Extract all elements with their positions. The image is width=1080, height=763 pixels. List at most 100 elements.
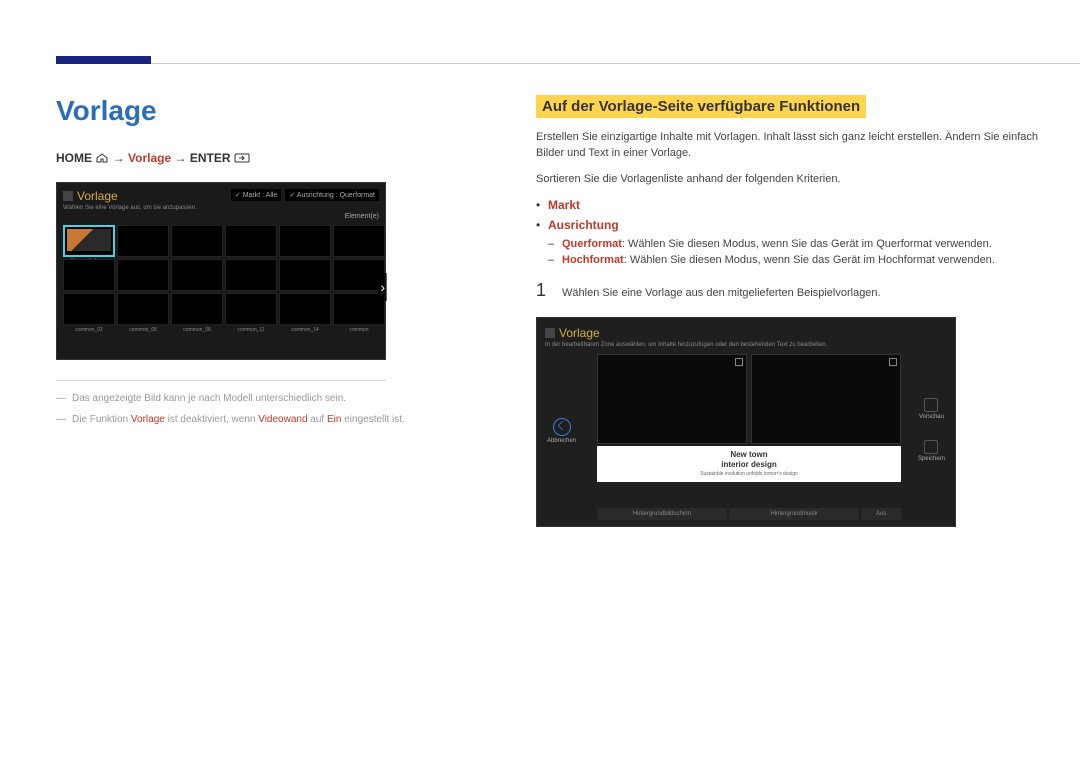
template-cell[interactable]: common_12 <box>279 225 331 257</box>
paragraph-1: Erstellen Sie einzigartige Inhalte mit V… <box>536 130 1040 162</box>
cell-label: common_08 <box>172 327 222 333</box>
sub-hochformat: Hochformat: Wählen Sie diesen Modus, wen… <box>562 254 1040 266</box>
cell-label: common_11 <box>226 327 276 333</box>
bg-image-button[interactable]: Hintergrundbildschirm <box>597 508 727 520</box>
filter-ausrichtung[interactable]: ✓ Ausrichtung : Querformat <box>285 189 379 201</box>
note2-mid2: auf <box>308 414 327 425</box>
hochformat-key: Hochformat <box>562 254 624 266</box>
template-editor-screenshot: Vorlage In der bearbeitbaren Zone auswäh… <box>536 317 956 527</box>
note2-pre: Die Funktion <box>72 414 131 425</box>
filter-ausr-value: Querformat <box>340 192 375 199</box>
left-column: Vorlage HOME → Vorlage → ENTER Vorlage W… <box>56 95 496 527</box>
cancel-label: Abbrechen <box>547 438 576 444</box>
note-2-text: Die Funktion Vorlage ist deaktiviert, we… <box>72 414 405 425</box>
template-cell[interactable]: common_06 <box>171 225 223 257</box>
bg-music-button[interactable]: Hintergrundmusik <box>729 508 859 520</box>
querformat-key: Querformat <box>562 238 622 250</box>
bg-music-state[interactable]: Aus <box>861 508 901 520</box>
breadcrumb-home: HOME <box>56 151 92 165</box>
markt-label: Markt <box>548 198 580 212</box>
breadcrumb-enter: ENTER <box>190 151 231 165</box>
template-cell[interactable]: common_01 <box>63 259 115 291</box>
note2-a: Vorlage <box>131 414 165 425</box>
template-cell[interactable]: common_10 <box>225 259 277 291</box>
paragraph-2: Sortieren Sie die Vorlagenliste anhand d… <box>536 172 1040 188</box>
breadcrumb-segment: Vorlage <box>128 151 171 165</box>
note2-c: Ein <box>327 414 341 425</box>
note2-b: Videowand <box>258 414 307 425</box>
template-cell[interactable]: common_07 <box>171 259 223 291</box>
cell-label: common_05 <box>118 327 168 333</box>
editor-panel-left[interactable] <box>597 354 747 444</box>
sub-querformat: Querformat: Wählen Sie diesen Modus, wen… <box>562 238 1040 250</box>
template-grid: Eigene Vorlagen common_03 common_06 comm… <box>63 225 385 325</box>
elements-count-label: Element(e) <box>345 213 379 220</box>
template-cell[interactable]: common_03 <box>117 225 169 257</box>
cell-label: common_02 <box>64 327 114 333</box>
ausrichtung-label: Ausrichtung <box>548 218 619 232</box>
screenshot2-title: Vorlage <box>559 326 600 340</box>
screenshot1-title: Vorlage <box>77 189 118 203</box>
filter-markt-prefix: Markt <box>243 192 261 199</box>
divider-line <box>56 380 386 381</box>
header-accent-bar <box>56 56 151 64</box>
orientation-sublist: Querformat: Wählen Sie diesen Modus, wen… <box>548 238 1040 266</box>
screenshot2-subtitle: In der bearbeitbaren Zone auswählen, um … <box>545 342 947 348</box>
cell-label: common <box>334 327 384 333</box>
note2-mid: ist deaktiviert, wenn <box>165 414 258 425</box>
caption-line3: Sustainble evolution unfolds tomorr's de… <box>597 471 901 478</box>
next-page-arrow[interactable]: › <box>378 273 387 301</box>
home-icon <box>95 152 109 166</box>
template-cell[interactable]: common_08 <box>171 293 223 325</box>
step-text: Wählen Sie eine Vorlage aus den mitgelie… <box>562 287 881 299</box>
section-heading: Auf der Vorlage-Seite verfügbare Funktio… <box>536 95 866 118</box>
criteria-ausrichtung: Ausrichtung Querformat: Wählen Sie diese… <box>548 218 1040 266</box>
note-1: ― Das angezeigte Bild kann je nach Model… <box>56 393 496 404</box>
querformat-text: : Wählen Sie diesen Modus, wenn Sie das … <box>622 238 992 250</box>
panel-corner-icon <box>735 358 743 366</box>
template-cell[interactable]: common_02 <box>63 293 115 325</box>
caption-line2: interior design <box>597 460 901 470</box>
criteria-markt: Markt <box>548 198 1040 212</box>
note-dash: ― <box>56 414 66 425</box>
header-divider <box>151 63 1080 64</box>
template-list-screenshot: Vorlage Wählen Sie eine Vorlage aus, um … <box>56 182 386 360</box>
template-cell[interactable]: common_09 <box>225 225 277 257</box>
breadcrumb-arrow1: → <box>113 151 128 165</box>
template-cell[interactable]: common_11 <box>225 293 277 325</box>
template-cell[interactable]: common_14 <box>279 293 331 325</box>
template-cell[interactable]: common_13 <box>279 259 331 291</box>
step-1: 1 Wählen Sie eine Vorlage aus den mitgel… <box>536 280 1040 301</box>
caption-line1: New town <box>597 450 901 460</box>
editor-panel-right[interactable] <box>751 354 901 444</box>
template-cell[interactable]: common_04 <box>117 259 169 291</box>
screenshot1-icon <box>63 191 73 201</box>
preview-icon <box>924 398 938 412</box>
panel-corner-icon <box>889 358 897 366</box>
note-dash: ― <box>56 393 66 404</box>
caption-box[interactable]: New town interior design Sustainble evol… <box>597 446 901 482</box>
cell-label: common_14 <box>280 327 330 333</box>
back-icon <box>553 418 571 436</box>
note-1-text: Das angezeigte Bild kann je nach Modell … <box>72 393 346 404</box>
page-title: Vorlage <box>56 95 496 127</box>
template-cell[interactable] <box>333 225 385 257</box>
filter-markt[interactable]: ✓ Markt : Alle <box>231 189 281 201</box>
preview-label: Vorschau <box>919 414 944 420</box>
note-2: ― Die Funktion Vorlage ist deaktiviert, … <box>56 414 496 425</box>
cancel-button[interactable]: Abbrechen <box>547 418 576 444</box>
save-label: Speichern <box>918 456 945 462</box>
breadcrumb-arrow2: → <box>175 151 190 165</box>
enter-icon <box>234 152 250 166</box>
bottom-bar: Hintergrundbildschirm Hintergrundmusik A… <box>597 508 901 520</box>
screenshot1-subtitle: Wählen Sie eine Vorlage aus, um sie anzu… <box>63 205 379 211</box>
template-cell[interactable]: common <box>333 293 385 325</box>
template-cell[interactable]: common_05 <box>117 293 169 325</box>
filter-markt-value: Alle <box>266 192 278 199</box>
template-cell[interactable] <box>333 259 385 291</box>
template-thumb <box>67 229 111 251</box>
right-column: Auf der Vorlage-Seite verfügbare Funktio… <box>536 95 1040 527</box>
save-button[interactable]: Speichern <box>918 440 945 462</box>
preview-button[interactable]: Vorschau <box>919 398 944 420</box>
template-cell-selected[interactable]: Eigene Vorlagen <box>63 225 115 257</box>
